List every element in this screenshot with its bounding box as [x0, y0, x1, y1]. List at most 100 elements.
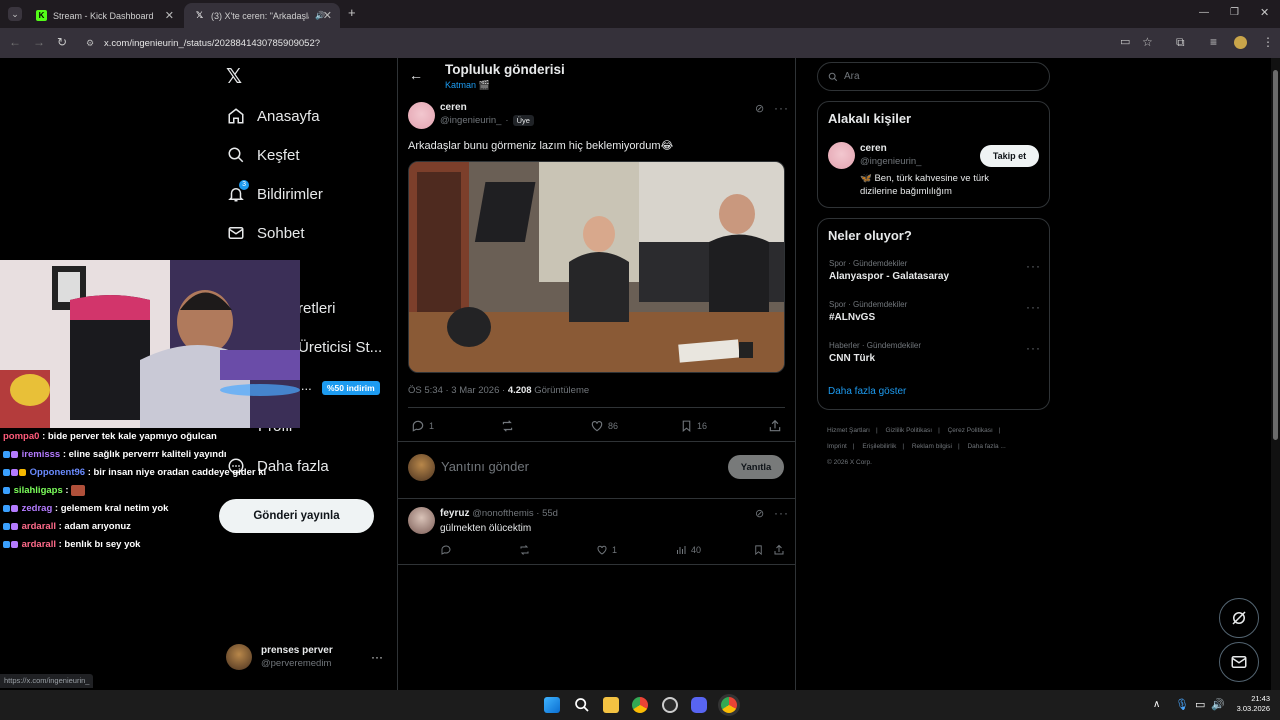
- reply-author-handle[interactable]: @nonofthemis · 55d: [472, 508, 558, 519]
- bookmark-star-icon[interactable]: ☆: [1142, 36, 1153, 48]
- nav-home[interactable]: Anasayfa: [226, 106, 320, 126]
- restore-icon[interactable]: ❐: [1230, 7, 1239, 19]
- nav-notifications[interactable]: 3 Bildirimler: [226, 180, 323, 204]
- reload-icon[interactable]: ↻: [57, 36, 67, 48]
- grok-floating-button[interactable]: [1219, 598, 1259, 638]
- footer-link[interactable]: Reklam bilgisi: [912, 443, 952, 450]
- search-icon[interactable]: [574, 697, 590, 713]
- more-dots-icon[interactable]: ···: [774, 506, 789, 520]
- post-button[interactable]: Gönderi yayınla: [219, 499, 374, 533]
- show-more-link[interactable]: Daha fazla göster: [828, 386, 906, 397]
- post-timestamp[interactable]: ÖS 5:34 · 3 Mar 2026 ·: [408, 385, 505, 396]
- more-dots-icon[interactable]: ···: [1026, 300, 1041, 314]
- bookmark-count: 16: [697, 421, 708, 431]
- chrome-active-icon[interactable]: [721, 697, 737, 713]
- start-menu-icon[interactable]: [544, 697, 560, 713]
- post-author-name[interactable]: ceren: [440, 102, 467, 113]
- new-tab-icon[interactable]: +: [348, 6, 356, 19]
- avatar: [408, 454, 435, 481]
- footer-link[interactable]: Gizlilik Politikası: [886, 427, 933, 434]
- bookmark-button[interactable]: [753, 544, 768, 556]
- discord-icon[interactable]: [691, 697, 707, 713]
- views-button[interactable]: 40: [675, 544, 701, 556]
- back-icon[interactable]: ←: [9, 36, 21, 48]
- tab-x-post[interactable]: 𝕏 (3) X'te ceren: "Arkadaşlar b 🔊 ✕: [184, 3, 340, 28]
- card-title: Neler oluyor?: [828, 228, 912, 243]
- footer-link[interactable]: Hizmet Şartları: [827, 427, 870, 434]
- trend-item[interactable]: Spor · Gündemdekiler Alanyaspor - Galata…: [829, 259, 949, 282]
- trend-item[interactable]: Haberler · Gündemdekiler CNN Türk: [829, 341, 921, 364]
- bookmark-button[interactable]: 16: [680, 419, 707, 433]
- x-logo-icon[interactable]: 𝕏: [226, 67, 246, 87]
- messages-floating-button[interactable]: [1219, 642, 1259, 682]
- site-info-icon[interactable]: ⚙: [86, 38, 94, 49]
- follow-button[interactable]: Takip et: [980, 145, 1039, 167]
- back-arrow-icon[interactable]: ←: [409, 67, 423, 83]
- like-button[interactable]: 1: [596, 544, 617, 556]
- nav-jobs[interactable]: retleri: [298, 300, 336, 317]
- post-author-handle[interactable]: @ingenieurin_: [440, 115, 501, 126]
- community-link[interactable]: Katman 🎬: [445, 80, 490, 91]
- nav-messages[interactable]: Sohbet: [226, 223, 305, 243]
- grok-icon[interactable]: ⊘: [755, 507, 764, 520]
- footer-link[interactable]: Çerez Politikası: [948, 427, 993, 434]
- footer-link[interactable]: Erişilebilirlik: [862, 443, 896, 450]
- account-switcher[interactable]: prenses perver @perveremedim ···: [226, 642, 386, 674]
- extensions-icon[interactable]: ⧉: [1176, 36, 1185, 48]
- trend-item[interactable]: Spor · Gündemdekiler #ALNvGS: [829, 300, 907, 323]
- menu-kebab-icon[interactable]: ⋮: [1262, 36, 1274, 48]
- reply-button[interactable]: 1: [411, 419, 434, 433]
- network-icon[interactable]: ▭: [1195, 698, 1205, 711]
- reply-input[interactable]: Yanıtını gönder: [441, 459, 711, 474]
- premium-discount-badge[interactable]: %50 indirim: [322, 381, 380, 395]
- mic-icon[interactable]: 🎙: [1175, 698, 1189, 711]
- avatar[interactable]: [408, 507, 435, 534]
- nav-explore[interactable]: Keşfet: [226, 145, 300, 165]
- more-dots-icon[interactable]: ···: [1026, 259, 1041, 273]
- footer-link[interactable]: Imprint: [827, 443, 847, 450]
- forward-icon[interactable]: →: [33, 36, 45, 48]
- scrollbar-thumb[interactable]: [1273, 70, 1278, 440]
- tray-chevron-icon[interactable]: ∧: [1153, 699, 1160, 710]
- file-explorer-icon[interactable]: [603, 697, 619, 713]
- repost-button[interactable]: [500, 419, 519, 433]
- like-button[interactable]: 86: [590, 419, 618, 433]
- chat-text: : bide perver tek kale yapmıyo oğulcan: [39, 431, 217, 442]
- media-icon[interactable]: ≡: [1210, 36, 1217, 48]
- avatar[interactable]: [828, 142, 855, 169]
- url-input[interactable]: ⚙ x.com/ingenieurin_/status/202884143078…: [82, 33, 320, 53]
- clock[interactable]: 21:43 3.03.2026: [1226, 694, 1270, 714]
- related-handle[interactable]: @ingenieurin_: [860, 156, 921, 167]
- post-video[interactable]: [408, 161, 785, 373]
- share-button[interactable]: [768, 419, 786, 433]
- more-dots-icon[interactable]: ···: [1026, 341, 1041, 355]
- volume-icon[interactable]: 🔊: [1211, 698, 1225, 711]
- divider: [408, 407, 785, 408]
- profile-avatar[interactable]: [1234, 36, 1247, 49]
- related-name[interactable]: ceren: [860, 143, 887, 154]
- more-dots-icon[interactable]: ···: [774, 101, 789, 115]
- footer-link[interactable]: Daha fazla ...: [967, 443, 1005, 450]
- more-dots-icon[interactable]: ···: [371, 650, 383, 664]
- close-tab-icon[interactable]: ✕: [165, 9, 174, 22]
- share-button[interactable]: [773, 544, 789, 556]
- steam-icon[interactable]: [662, 697, 678, 713]
- close-tab-icon[interactable]: ✕: [323, 9, 332, 22]
- account-handle: @perveremedim: [261, 658, 332, 669]
- scrollbar[interactable]: [1271, 58, 1280, 690]
- tab-kick-dashboard[interactable]: K Stream - Kick Dashboard ✕: [26, 3, 182, 28]
- chrome-icon[interactable]: [632, 697, 648, 713]
- grok-icon[interactable]: ⊘: [755, 102, 764, 115]
- nav-premium[interactable]: l...: [298, 378, 312, 393]
- close-window-icon[interactable]: ✕: [1260, 7, 1269, 19]
- nav-creator-studio[interactable]: Üreticisi St...: [298, 339, 382, 356]
- tab-search-icon[interactable]: ⌄: [8, 7, 22, 21]
- avatar[interactable]: [408, 102, 435, 129]
- search-input[interactable]: Ara: [817, 62, 1050, 91]
- reply-submit-button[interactable]: Yanıtla: [728, 455, 784, 479]
- repost-button[interactable]: [518, 544, 535, 556]
- minimize-icon[interactable]: —: [1199, 7, 1209, 19]
- reply-button[interactable]: [440, 544, 456, 556]
- cast-icon[interactable]: ▭: [1120, 36, 1130, 48]
- reply-author-name[interactable]: feyruz: [440, 508, 469, 519]
